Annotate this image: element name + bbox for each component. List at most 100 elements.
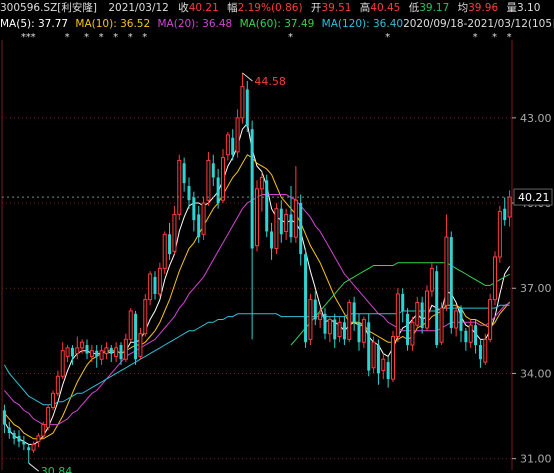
candle-body-down[interactable] (289, 214, 293, 238)
candle-body-up[interactable] (259, 176, 264, 190)
candle-body-down[interactable] (435, 271, 439, 346)
candle-body-up[interactable] (162, 233, 167, 269)
candle-body-down[interactable] (376, 345, 380, 374)
candle-body-up[interactable] (497, 211, 502, 258)
candle-body-up[interactable] (454, 310, 459, 329)
candle-body-up[interactable] (235, 117, 240, 153)
candle-body-up[interactable] (507, 196, 512, 218)
candle-body-down[interactable] (153, 276, 157, 294)
candle-body-down[interactable] (367, 322, 371, 371)
candle-body-up[interactable] (274, 208, 279, 249)
candle-body-up[interactable] (240, 86, 245, 119)
candle-body-down[interactable] (182, 163, 186, 184)
candle-body-down[interactable] (449, 237, 453, 328)
candle-body-up[interactable] (308, 299, 313, 340)
candle-body-down[interactable] (464, 330, 468, 343)
candle-body-up[interactable] (75, 347, 80, 355)
candle-body-down[interactable] (216, 177, 220, 204)
candle-body-up[interactable] (143, 299, 148, 335)
candle-body-down[interactable] (333, 319, 337, 340)
candle-body-up[interactable] (46, 407, 51, 428)
candle-body-down[interactable] (265, 180, 269, 232)
candle-body-up[interactable] (31, 443, 36, 451)
candle-body-down[interactable] (7, 427, 11, 434)
candle-body-up[interactable] (488, 299, 493, 340)
candle-body-down[interactable] (304, 254, 308, 343)
candle-body-up[interactable] (36, 435, 41, 443)
candle-body-up[interactable] (424, 290, 430, 329)
candle-body-up[interactable] (293, 199, 298, 238)
candle-body-up[interactable] (415, 301, 420, 326)
candle-body-up[interactable] (225, 134, 230, 156)
candle-body-down[interactable] (168, 234, 172, 255)
candle-body-up[interactable] (104, 347, 109, 355)
candle-body-up[interactable] (172, 213, 177, 252)
candle-body-up[interactable] (318, 313, 323, 320)
candle-body-up[interactable] (138, 333, 143, 357)
candle-body-down[interactable] (192, 197, 196, 221)
candle-body-down[interactable] (459, 308, 463, 331)
candle-body-up[interactable] (128, 310, 133, 340)
candle-body-down[interactable] (250, 129, 254, 249)
candle-body-up[interactable] (327, 318, 332, 335)
candle-body-up[interactable] (123, 338, 128, 360)
candle-body-down[interactable] (134, 313, 138, 360)
candle-body-down[interactable] (474, 325, 478, 346)
candle-body-down[interactable] (12, 433, 16, 439)
candle-body-up[interactable] (50, 392, 56, 409)
candle-body-up[interactable] (468, 324, 473, 343)
candle-body-up[interactable] (65, 347, 70, 357)
candle-body-up[interactable] (337, 321, 342, 338)
candle-body-down[interactable] (420, 302, 424, 328)
candle-body-down[interactable] (357, 322, 361, 343)
candle-body-down[interactable] (22, 441, 26, 445)
candle-body-up[interactable] (206, 159, 211, 201)
candle-body-down[interactable] (503, 208, 507, 221)
candle-body-down[interactable] (95, 350, 99, 357)
candle-body-up[interactable] (390, 336, 396, 380)
candle-body-down[interactable] (231, 137, 235, 155)
candle-body-down[interactable] (119, 345, 123, 360)
candle-body-down[interactable] (270, 231, 274, 249)
candle-body-up[interactable] (220, 157, 226, 201)
candle-body-down[interactable] (323, 313, 327, 334)
candle-body-down[interactable] (2, 410, 6, 425)
candle-body-up[interactable] (395, 293, 400, 338)
candle-body-up[interactable] (80, 341, 85, 349)
candle-body-down[interactable] (313, 299, 317, 320)
candle-body-up[interactable] (41, 424, 46, 437)
candle-body-up[interactable] (381, 358, 386, 372)
candle-body-down[interactable] (211, 163, 215, 178)
candle-body-up[interactable] (361, 318, 366, 343)
candle-body-down[interactable] (279, 208, 283, 235)
candle-body-down[interactable] (342, 322, 346, 340)
candle-body-down[interactable] (187, 186, 191, 201)
candle-body-up[interactable] (347, 301, 352, 340)
candle-body-up[interactable] (410, 321, 415, 346)
candle-body-down[interactable] (70, 347, 74, 357)
candle-body-up[interactable] (483, 338, 488, 363)
candle-body-down[interactable] (478, 345, 482, 360)
candle-body-up[interactable] (157, 267, 162, 295)
candle-body-down[interactable] (299, 203, 303, 255)
candlestick-chart[interactable]: 31.0034.0037.0040.0043.00**************4… (0, 0, 554, 473)
candle-body-down[interactable] (401, 293, 405, 311)
candle-body-up[interactable] (429, 267, 434, 292)
candle-body-up[interactable] (201, 202, 206, 235)
candle-body-down[interactable] (197, 214, 201, 238)
candle-body-up[interactable] (444, 236, 449, 306)
candle-body-down[interactable] (386, 362, 390, 380)
candle-body-up[interactable] (148, 273, 153, 301)
candle-body-up[interactable] (99, 350, 104, 360)
candle-body-down[interactable] (406, 313, 410, 346)
candle-body-up[interactable] (371, 341, 376, 369)
candle-body-up[interactable] (492, 256, 498, 301)
candle-body-down[interactable] (27, 447, 31, 451)
candle-body-up[interactable] (114, 347, 119, 357)
candle-body-up[interactable] (284, 213, 289, 232)
candle-body-up[interactable] (55, 375, 60, 394)
candle-body-down[interactable] (245, 89, 249, 127)
candle-body-up[interactable] (177, 159, 182, 215)
candle-body-down[interactable] (17, 435, 21, 442)
candle-body-up[interactable] (89, 350, 94, 357)
